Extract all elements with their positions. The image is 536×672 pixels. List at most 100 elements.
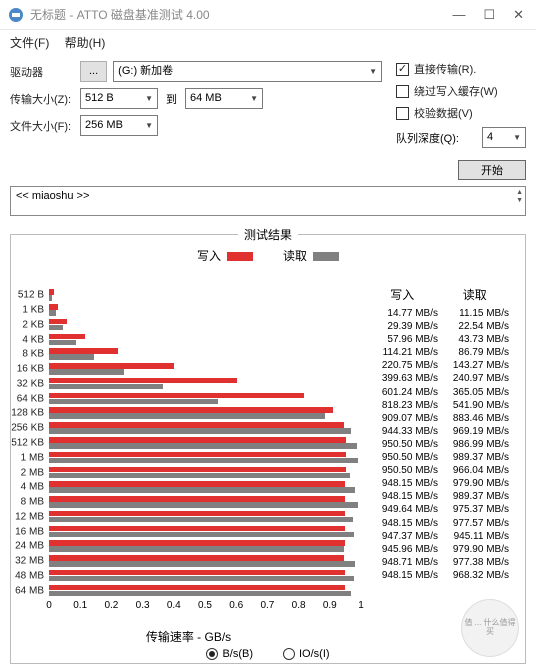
read-bar: [49, 340, 76, 346]
browse-button[interactable]: ...: [80, 61, 107, 82]
io-to-select[interactable]: 64 MB▼: [185, 88, 263, 109]
queue-depth-select[interactable]: 4▼: [482, 127, 526, 148]
read-bar: [49, 517, 353, 523]
read-value: 975.37 MB/s: [439, 503, 509, 516]
write-bar: [49, 540, 345, 546]
write-value: 909.07 MB/s: [368, 412, 438, 425]
direct-io-checkbox[interactable]: ✓直接传输(R).: [396, 61, 526, 77]
y-tick: 24 MB: [6, 541, 44, 552]
description-input[interactable]: << miaoshu >> ▲▼: [10, 186, 526, 216]
bar-row: [49, 496, 362, 509]
io-from-select[interactable]: 512 B▼: [80, 88, 158, 109]
write-bar: [49, 496, 345, 502]
y-tick: 48 MB: [6, 570, 44, 581]
start-button[interactable]: 开始: [458, 160, 526, 180]
y-tick: 4 KB: [6, 334, 44, 345]
data-row: 948.15 MB/s979.90 MB/s: [366, 477, 511, 490]
read-bar: [49, 354, 94, 360]
write-value: 949.64 MB/s: [368, 503, 438, 516]
chevron-down-icon: ▼: [369, 62, 377, 81]
read-value: 365.05 MB/s: [439, 386, 509, 399]
unit-bytes-radio[interactable]: B/s(B): [206, 648, 253, 660]
close-button[interactable]: ✕: [513, 7, 524, 23]
x-tick: 0.9: [323, 600, 337, 611]
data-row: 948.71 MB/s977.38 MB/s: [366, 556, 511, 569]
data-row: 948.15 MB/s977.57 MB/s: [366, 517, 511, 530]
write-bar: [49, 437, 346, 443]
bar-row: [49, 570, 362, 583]
bar-row: [49, 540, 362, 553]
data-row: 220.75 MB/s143.27 MB/s: [366, 359, 511, 372]
y-tick: 128 KB: [6, 408, 44, 419]
read-value: 979.90 MB/s: [439, 477, 509, 490]
write-bar: [49, 452, 346, 458]
y-tick: 64 KB: [6, 393, 44, 404]
read-value: 240.97 MB/s: [439, 372, 509, 385]
menu-file[interactable]: 文件(F): [10, 36, 49, 50]
write-bar: [49, 289, 54, 295]
scrollbar[interactable]: ▲▼: [516, 189, 523, 204]
write-bar: [49, 378, 237, 384]
data-row: 950.50 MB/s989.37 MB/s: [366, 451, 511, 464]
write-bar: [49, 363, 174, 369]
menu-help[interactable]: 帮助(H): [65, 36, 106, 50]
x-tick: 0.4: [167, 600, 181, 611]
bar-row: [49, 437, 362, 450]
x-axis: 00.10.20.30.40.50.60.70.80.91: [49, 598, 362, 626]
app-icon: [8, 7, 24, 23]
bypass-cache-checkbox[interactable]: 绕过写入缓存(W): [396, 83, 526, 99]
io-to-label: 到: [166, 91, 177, 107]
y-tick: 256 KB: [6, 423, 44, 434]
menu-bar: 文件(F) 帮助(H): [0, 30, 536, 55]
unit-io-radio[interactable]: IO/s(I): [283, 648, 330, 660]
drive-value: (G:) 新加卷: [118, 62, 173, 81]
bar-row: [49, 422, 362, 435]
bar-row: [49, 393, 362, 406]
read-bar: [49, 458, 358, 464]
write-value: 945.96 MB/s: [368, 543, 438, 556]
data-row: 945.96 MB/s979.90 MB/s: [366, 543, 511, 556]
minimize-button[interactable]: —: [452, 7, 465, 23]
y-tick: 4 MB: [6, 482, 44, 493]
y-tick: 2 KB: [6, 319, 44, 330]
data-table: 14.77 MB/s11.15 MB/s29.39 MB/s22.54 MB/s…: [366, 307, 511, 582]
bar-row: [49, 319, 362, 332]
bar-row: [49, 511, 362, 524]
data-row: 949.64 MB/s975.37 MB/s: [366, 503, 511, 516]
queue-depth-label: 队列深度(Q):: [396, 130, 482, 146]
write-value: 947.37 MB/s: [368, 530, 438, 543]
x-tick: 0.1: [73, 600, 87, 611]
data-row: 399.63 MB/s240.97 MB/s: [366, 372, 511, 385]
maximize-button[interactable]: ☐: [483, 7, 495, 23]
write-bar: [49, 555, 344, 561]
bar-row: [49, 467, 362, 480]
verify-data-checkbox[interactable]: 校验数据(V): [396, 105, 526, 121]
data-row: 948.15 MB/s989.37 MB/s: [366, 490, 511, 503]
bar-row: [49, 585, 362, 598]
write-value: 220.75 MB/s: [368, 359, 438, 372]
x-tick: 0.2: [104, 600, 118, 611]
write-bar: [49, 393, 304, 399]
read-bar: [49, 413, 325, 419]
read-bar: [49, 546, 344, 552]
write-value: 950.50 MB/s: [368, 451, 438, 464]
file-size-select[interactable]: 256 MB▼: [80, 115, 158, 136]
bar-row: [49, 407, 362, 420]
read-value: 977.57 MB/s: [439, 517, 509, 530]
bar-row: [49, 304, 362, 317]
drive-select[interactable]: (G:) 新加卷 ▼: [113, 61, 382, 82]
results-tab-label: 测试结果: [238, 226, 298, 243]
read-bar: [49, 369, 124, 375]
write-value: 57.96 MB/s: [368, 333, 438, 346]
data-row: 601.24 MB/s365.05 MB/s: [366, 386, 511, 399]
write-bar: [49, 526, 345, 532]
read-value: 541.90 MB/s: [439, 399, 509, 412]
io-size-label: 传输大小(Z):: [10, 91, 80, 107]
y-tick: 16 KB: [6, 364, 44, 375]
read-bar: [49, 428, 351, 434]
read-bar: [49, 399, 218, 405]
write-value: 948.15 MB/s: [368, 490, 438, 503]
data-row: 29.39 MB/s22.54 MB/s: [366, 320, 511, 333]
y-tick: 512 KB: [6, 438, 44, 449]
bar-row: [49, 555, 362, 568]
